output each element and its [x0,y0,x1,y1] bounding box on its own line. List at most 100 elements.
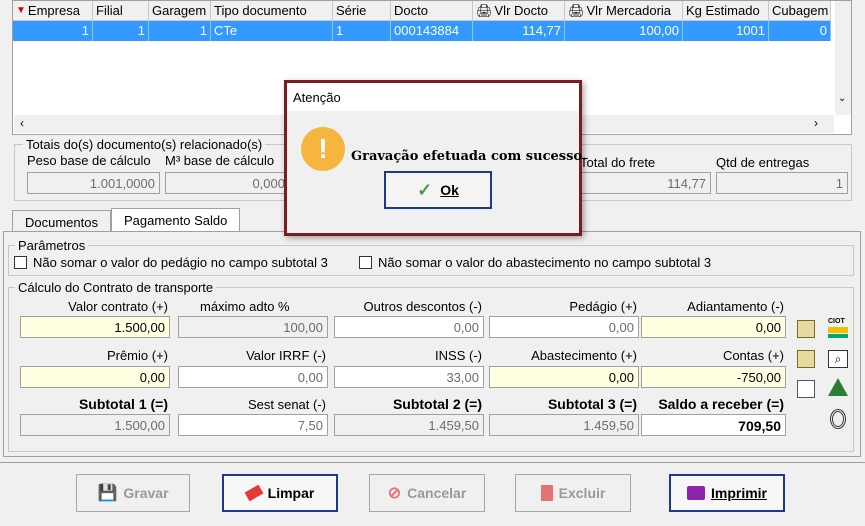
checkbox-abastecimento-label: Não somar o valor do abastecimento no ca… [378,255,712,270]
peso-label: Peso base de cálculo [27,153,151,168]
limpar-button[interactable]: Limpar [222,474,338,512]
checkbox-abastecimento-box[interactable] [359,256,372,269]
cell-cubagem: 0 [769,21,831,41]
table-row[interactable]: 1 1 1 CTe 1 000143884 114,77 100,00 1001… [13,21,831,41]
abastecimento-field[interactable]: 0,00 [489,366,639,388]
gravar-button[interactable]: 💾 Gravar [76,474,190,512]
cell-filial: 1 [93,21,149,41]
checkbox-abastecimento[interactable]: Não somar o valor do abastecimento no ca… [359,255,711,270]
col-garagem[interactable]: Garagem [149,1,211,21]
valor-contrato-field[interactable]: 1.500,00 [20,316,170,338]
alert-dialog: Atenção ! Gravação efetuada com sucesso.… [284,80,586,236]
peso-field[interactable]: 1.001,0000 [27,172,160,194]
inss-field[interactable]: 33,00 [334,366,484,388]
calculo-legend: Cálculo do Contrato de transporte [18,280,214,295]
saldo-label: Saldo a receber (=) [658,396,784,412]
subtotal2-label: Subtotal 2 (=) [392,396,482,412]
cell-serie: 1 [333,21,391,41]
cell-garagem: 1 [149,21,211,41]
scroll-left-icon[interactable]: ‹ [20,116,24,130]
col-filial[interactable]: Filial [93,1,149,21]
printer-icon [686,486,705,500]
triangle-logo-icon[interactable] [828,378,848,396]
col-docto[interactable]: Docto [391,1,473,21]
col-vlr-docto[interactable]: 🖨 Vlr Docto [473,1,565,21]
cell-vlr-docto: 114,77 [473,21,565,41]
warning-icon: ! [301,127,345,171]
ok-label: Ok [440,182,459,198]
cancelar-button[interactable]: ⊘ Cancelar [369,474,485,512]
contas-label: Contas (+) [722,348,784,363]
vertical-scrollbar[interactable]: ⌄ [835,1,851,115]
pedagio-label: Pedágio (+) [569,299,637,314]
tab-bar: Documentos Pagamento Saldo [12,208,241,232]
parametros-legend: Parâmetros [18,238,86,253]
max-adto-label: máximo adto % [200,299,290,314]
premio-field[interactable]: 0,00 [20,366,170,388]
total-frete-field[interactable]: 114,77 [575,172,711,194]
col-cubagem[interactable]: Cubagem [769,1,831,21]
checkbox-pedagio-label: Não somar o valor do pedágio no campo su… [33,255,328,270]
cell-kg: 1001 [683,21,769,41]
max-adto-field[interactable]: 100,00 [178,316,328,338]
note-edit-icon[interactable] [797,320,815,338]
col-tipo-documento[interactable]: Tipo documento [211,1,333,21]
saldo-field[interactable]: 709,50 [641,414,786,436]
premio-label: Prêmio (+) [106,348,168,363]
tab-documentos[interactable]: Documentos [12,210,111,232]
outros-field[interactable]: 0,00 [334,316,484,338]
printer-icon: 🖨 [476,2,493,18]
subtotal3-label: Subtotal 3 (=) [547,396,637,412]
sest-label: Sest senat (-) [247,397,326,412]
excluir-label: Excluir [558,485,606,501]
adiantamento-field[interactable]: 0,00 [641,316,786,338]
abastecimento-label: Abastecimento (+) [531,348,637,363]
subtotal2-field[interactable]: 1.459,50 [334,414,484,436]
qtd-entregas-field[interactable]: 1 [716,172,848,194]
irrf-label: Valor IRRF (-) [246,348,326,363]
tab-pagamento-saldo[interactable]: Pagamento Saldo [110,208,241,232]
col-kg-estimado[interactable]: Kg Estimado [683,1,769,21]
m3-label: M³ base de cálculo [165,153,275,168]
dialog-message: Gravação efetuada com sucesso. [351,149,587,164]
ok-button[interactable]: ✓ Ok [384,171,492,209]
gravar-label: Gravar [123,485,169,501]
total-frete-label: Total do frete [580,155,656,170]
outros-label: Outros descontos (-) [363,299,483,314]
subtotal1-label: Subtotal 1 (=) [78,396,168,412]
check-icon: ✓ [417,179,433,200]
col-serie[interactable]: Série [333,1,391,21]
cell-empresa: 1 [13,21,93,41]
trash-icon [540,485,553,501]
sest-field[interactable]: 7,50 [178,414,328,436]
search-window-icon[interactable]: ⌕ [828,350,848,368]
scroll-right-icon[interactable]: › [814,116,818,130]
contas-field[interactable]: -750,00 [641,366,786,388]
grid-header: ▼ Empresa Filial Garagem Tipo documento … [13,1,831,21]
subtotal1-field[interactable]: 1.500,00 [20,414,170,436]
checkbox-pedagio-box[interactable] [14,256,27,269]
rolls-icon[interactable] [830,409,846,429]
save-icon: 💾 [97,485,118,502]
imprimir-button[interactable]: Imprimir [669,474,785,512]
checkbox-pedagio[interactable]: Não somar o valor do pedágio no campo su… [14,255,328,270]
qtd-entregas-label: Qtd de entregas [716,155,810,170]
cell-docto: 000143884 [391,21,473,41]
col-empresa[interactable]: ▼ Empresa [13,1,93,21]
valor-contrato-label: Valor contrato (+) [68,299,168,314]
ciot-icon[interactable]: CIOT [828,318,850,338]
pedagio-field[interactable]: 0,00 [489,316,639,338]
m3-field[interactable]: 0,000 [165,172,290,194]
totais-legend: Totais do(s) documento(s) relacionado(s) [26,137,263,152]
irrf-field[interactable]: 0,00 [178,366,328,388]
adiantamento-label: Adiantamento (-) [687,299,784,314]
subtotal3-field[interactable]: 1.459,50 [489,414,639,436]
excluir-button[interactable]: Excluir [515,474,631,512]
document-edit-icon[interactable] [797,350,815,368]
limpar-label: Limpar [267,485,315,501]
scroll-down-icon[interactable]: ⌄ [838,93,846,104]
inss-label: INSS (-) [435,348,482,363]
copy-documents-icon[interactable] [797,380,815,398]
col-vlr-mercadoria[interactable]: 🖨 Vlr Mercadoria [565,1,683,21]
printer-icon: 🖨 [568,2,585,18]
